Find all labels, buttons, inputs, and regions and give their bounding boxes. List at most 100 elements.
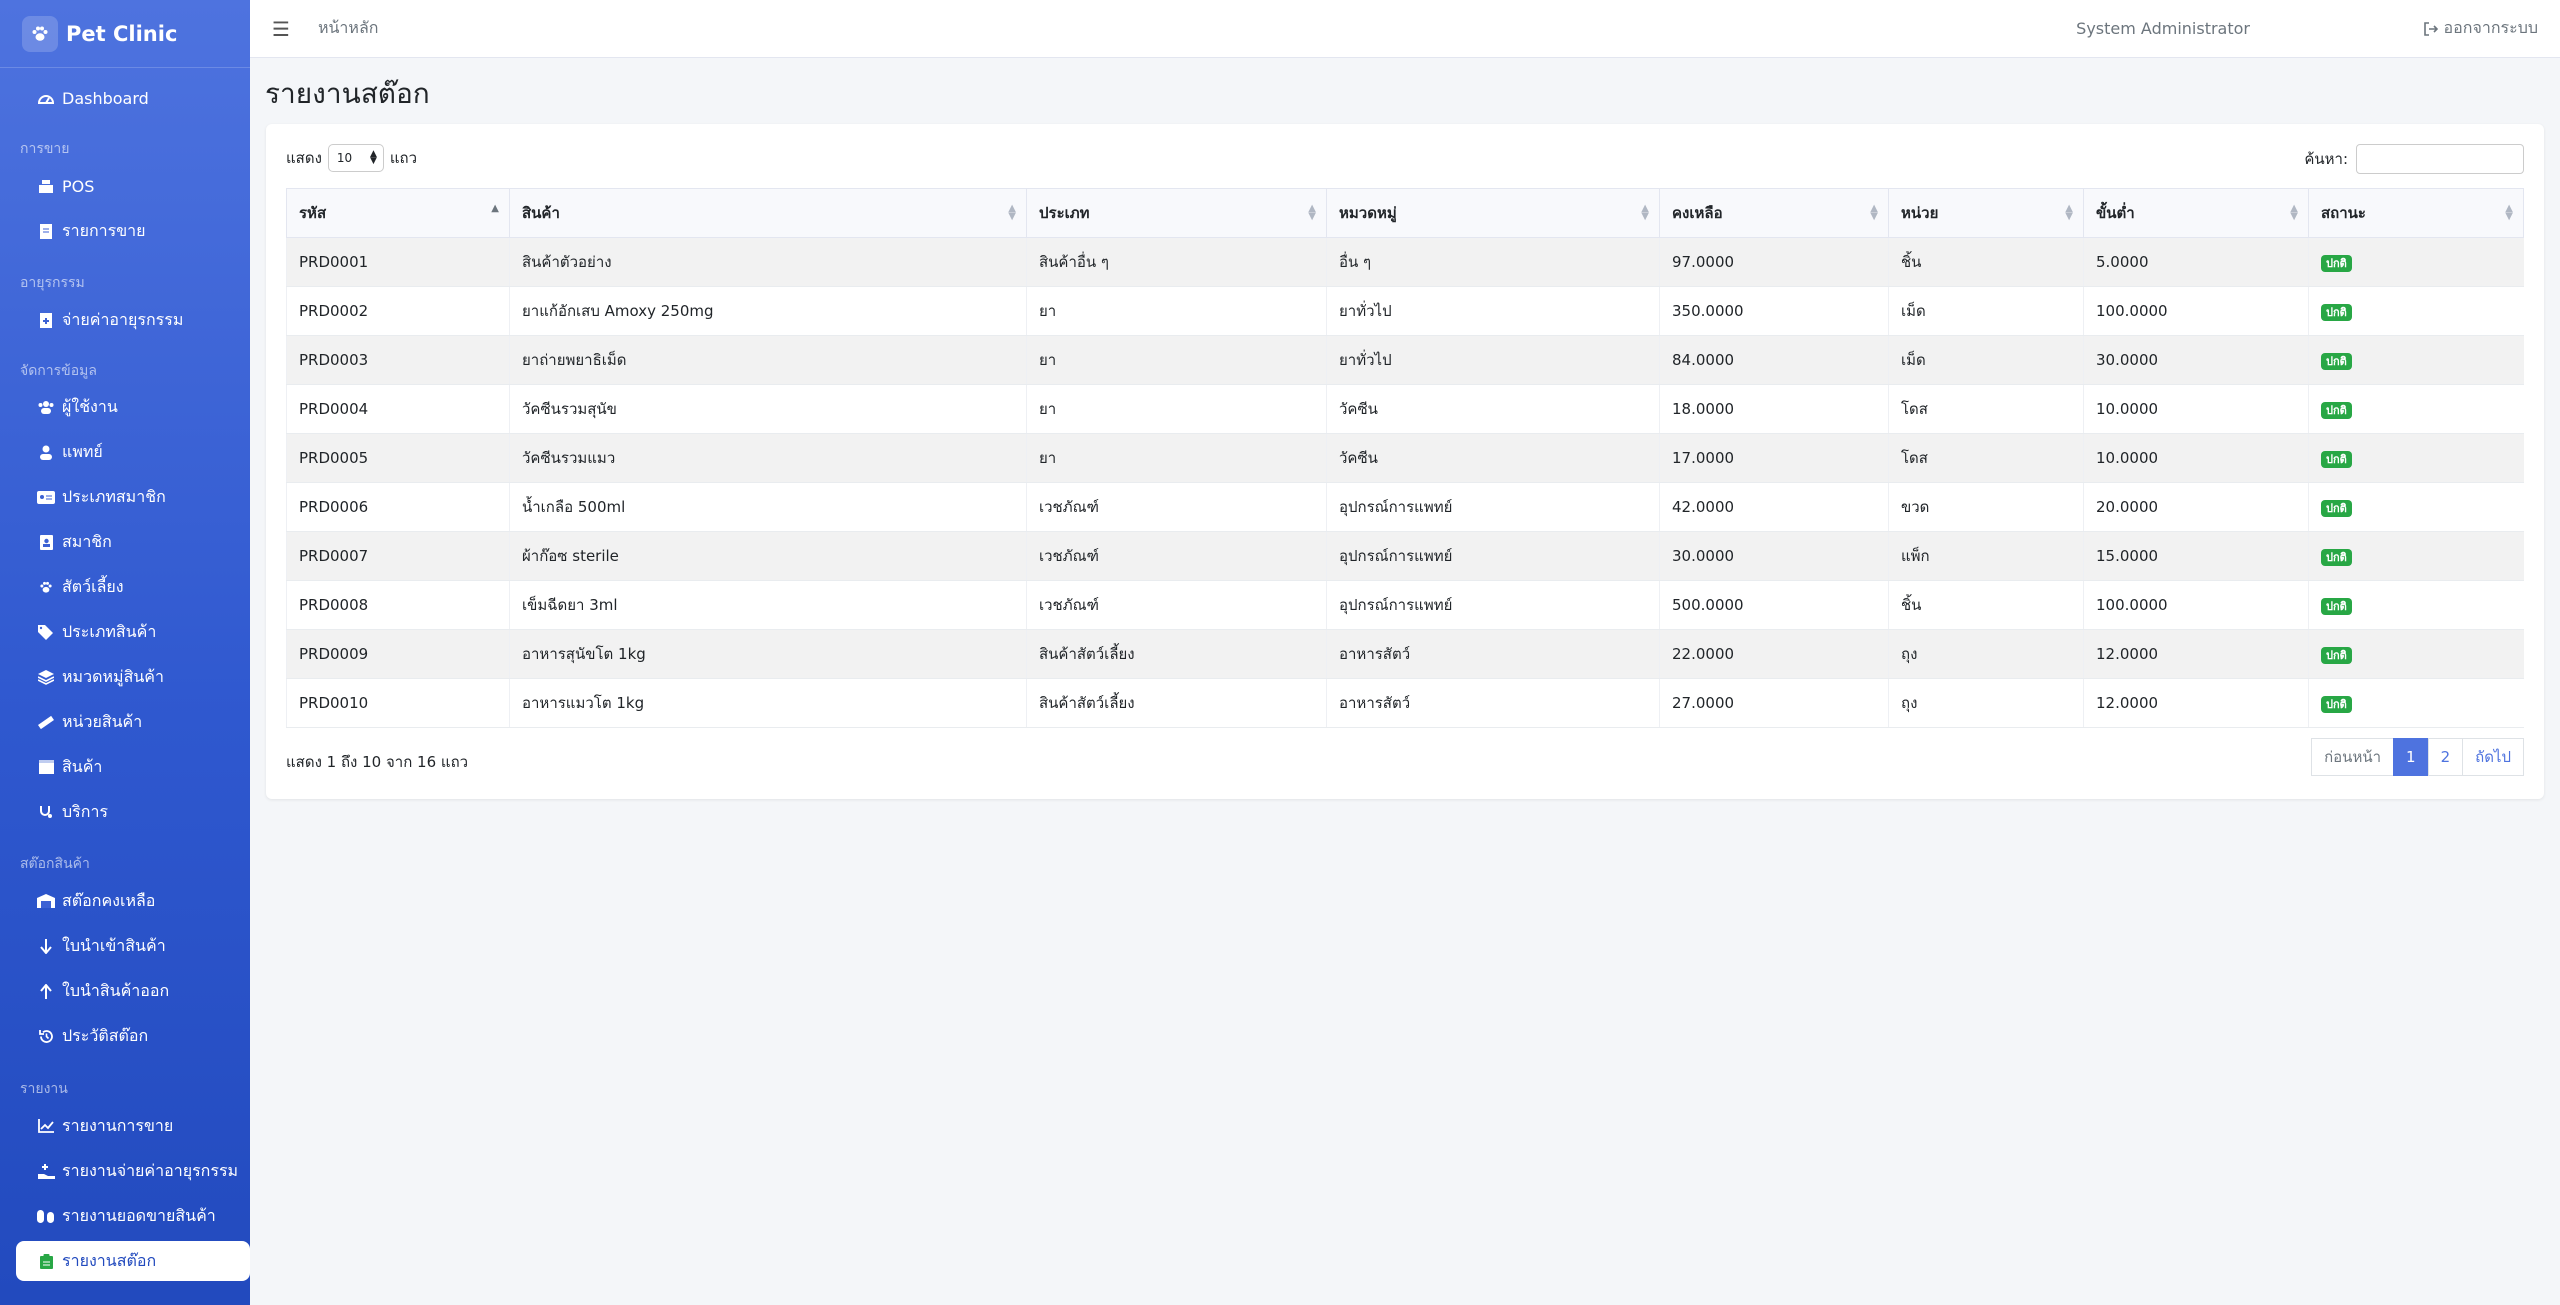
- sidebar-item-label: สัตว์เลี้ยง: [62, 576, 124, 596]
- sidebar-item-label: Dashboard: [62, 88, 149, 108]
- sidebar-item-label: หมวดหมู่สินค้า: [62, 666, 164, 686]
- user-name: System Administrator: [2076, 19, 2250, 38]
- sidebar-item-stock-history[interactable]: ประวัติสต๊อก: [16, 1016, 250, 1056]
- dashboard-icon: [36, 91, 56, 105]
- sidebar-group-data: จัดการข้อมูล: [20, 363, 97, 379]
- sidebar-item-label: ใบนำสินค้าออก: [62, 980, 170, 1000]
- sidebar-item-sales-list[interactable]: รายการขาย: [16, 211, 250, 251]
- layers-icon: [36, 669, 56, 685]
- page-length-select[interactable]: 10 ▲ ▼: [327, 144, 384, 172]
- sidebar-item-medical-payment[interactable]: จ่ายค่าอายุรกรรม: [16, 300, 250, 340]
- ruler-icon: [36, 715, 56, 730]
- sidebar: Pet Clinic Dashboard การขาย POS รายการขา…: [0, 0, 250, 1305]
- sidebar-item-label: หน่วยสินค้า: [62, 711, 143, 731]
- sidebar-item-doctors[interactable]: แพทย์: [16, 432, 250, 472]
- col-header-balance[interactable]: คงเหลือ ▲ ▼: [1659, 188, 1889, 238]
- sidebar-item-stock-in[interactable]: ใบนำเข้าสินค้า: [16, 926, 250, 966]
- table-row: PRD0003 ยาถ่ายพยาธิเม็ด ยา ยาทั่วไป 84.0000 เ…: [286, 335, 2524, 385]
- sidebar-item-pets[interactable]: สัตว์เลี้ยง: [16, 567, 250, 607]
- select-arrows-icon: ▲ ▼: [369, 149, 377, 166]
- table-info: แสดง 1 ถึง 10 จาก 16 แถว: [286, 753, 469, 771]
- table-row: PRD0009 อาหารสุนัขโต 1kg สินค้าสัตว์เลี้ยง…: [286, 629, 2524, 679]
- menu-toggle-icon[interactable]: ☰: [272, 17, 290, 41]
- brand[interactable]: Pet Clinic: [0, 0, 250, 68]
- sidebar-item-label: สมาชิก: [62, 531, 112, 551]
- arrow-up-icon: [36, 983, 56, 999]
- logout-button[interactable]: ออกจากระบบ: [2423, 16, 2538, 41]
- logout-label: ออกจากระบบ: [2443, 18, 2538, 37]
- arrow-down-icon: [36, 938, 56, 954]
- table-row: PRD0001 สินค้าตัวอย่าง สินค้าอื่น ๆอื่น ๆ9…: [286, 237, 2524, 287]
- sidebar-item-member-types[interactable]: ประเภทสมาชิก: [16, 477, 250, 517]
- sidebar-item-pos[interactable]: POS: [16, 166, 250, 206]
- sort-icon: ▲ ▼: [2505, 203, 2513, 222]
- sidebar-item-users[interactable]: ผู้ใช้งาน: [16, 387, 250, 427]
- sidebar-item-stock-report[interactable]: รายงานสต๊อก: [16, 1241, 250, 1281]
- col-header-code[interactable]: รหัส ▲: [286, 188, 510, 238]
- status-badge: ปกติ: [2321, 548, 2352, 566]
- col-header-category[interactable]: หมวดหมู่ ▲ ▼: [1326, 188, 1660, 238]
- sidebar-item-label: บริการ: [62, 801, 109, 821]
- history-icon: [36, 1029, 56, 1044]
- id-card-icon: [36, 490, 56, 504]
- sort-icon: ▲ ▼: [1641, 203, 1649, 222]
- sidebar-item-label: สต๊อกคงเหลือ: [62, 890, 156, 910]
- paw-logo-icon: [22, 15, 58, 52]
- warehouse-icon: [36, 894, 56, 908]
- sidebar-item-label: แพทย์: [62, 441, 103, 461]
- sidebar-item-members[interactable]: สมาชิก: [16, 522, 250, 562]
- status-badge: ปกติ: [2321, 352, 2352, 370]
- status-badge: ปกติ: [2321, 254, 2352, 272]
- sort-icon: ▲ ▼: [2290, 203, 2298, 222]
- col-header-unit[interactable]: หน่วย ▲ ▼: [1888, 188, 2084, 238]
- status-badge: ปกติ: [2321, 597, 2352, 615]
- sidebar-item-stock-out[interactable]: ใบนำสินค้าออก: [16, 971, 250, 1011]
- sidebar-item-dashboard[interactable]: Dashboard: [16, 78, 250, 118]
- sidebar-item-label: ผู้ใช้งาน: [62, 396, 118, 416]
- sidebar-item-products[interactable]: สินค้า: [16, 747, 250, 787]
- sort-icon: ▲ ▼: [1870, 203, 1878, 222]
- search-input[interactable]: [2356, 144, 2524, 174]
- sort-icon: ▲ ▼: [1008, 203, 1016, 222]
- col-header-type[interactable]: ประเภท ▲ ▼: [1026, 188, 1327, 238]
- tags-icon: [36, 624, 56, 640]
- sidebar-item-label: POS: [62, 176, 95, 196]
- col-header-status[interactable]: สถานะ ▲ ▼: [2308, 188, 2524, 238]
- status-badge: ปกติ: [2321, 450, 2352, 468]
- sidebar-item-sales-report[interactable]: รายงานการขาย: [16, 1106, 250, 1146]
- clipboard-icon: [36, 1253, 56, 1269]
- capsules-icon: [36, 1209, 56, 1223]
- sidebar-item-label: รายงานสต๊อก: [62, 1250, 157, 1270]
- page-button-1[interactable]: 1: [2393, 738, 2429, 776]
- cash-register-icon: [36, 179, 56, 193]
- next-page-button[interactable]: ถัดไป: [2462, 738, 2524, 776]
- sidebar-item-label: รายงานยอดขายสินค้า: [62, 1205, 216, 1225]
- status-badge: ปกติ: [2321, 401, 2352, 419]
- table-row: PRD0005 วัคซีนรวมแมว ยา วัคซีน 17.0000 โดส 10.…: [286, 433, 2524, 483]
- stock-table: รหัส ▲ สินค้า ▲ ▼ ประเภท ▲ ▼ หมวดหมู่ ▲ ▼ คงเหล…: [286, 188, 2524, 728]
- sidebar-item-product-units[interactable]: หน่วยสินค้า: [16, 702, 250, 742]
- sidebar-item-medical-payment-report[interactable]: รายงานจ่ายค่าอายุรกรรม: [16, 1151, 250, 1191]
- logout-icon: [2423, 21, 2438, 36]
- home-link[interactable]: หน้าหลัก: [318, 16, 379, 41]
- page-length-control: แสดง 10 ▲ ▼ แถว: [286, 144, 417, 172]
- file-medical-icon: [36, 312, 56, 328]
- col-header-minimum[interactable]: ขั้นต่ำ ▲ ▼: [2083, 188, 2309, 238]
- topbar: ☰ หน้าหลัก System Administrator ออกจากระ…: [250, 0, 2560, 58]
- sidebar-item-product-sales-report[interactable]: รายงานยอดขายสินค้า: [16, 1196, 250, 1236]
- sidebar-item-label: จ่ายค่าอายุรกรรม: [62, 309, 184, 329]
- search-control: ค้นหา:: [2304, 144, 2524, 174]
- sort-icon: ▲ ▼: [2065, 203, 2073, 222]
- sidebar-item-stock-balance[interactable]: สต๊อกคงเหลือ: [16, 881, 250, 921]
- table-row: PRD0002 ยาแก้อักเสบ Amoxy 250mg ยา ยาทั่วไป…: [286, 286, 2524, 336]
- table-row: PRD0007 ผ้าก๊อซ sterile เวชภัณฑ์ อุปกรณ์การ…: [286, 531, 2524, 581]
- prev-page-button[interactable]: ก่อนหน้า: [2311, 738, 2395, 776]
- page-button-2[interactable]: 2: [2427, 738, 2464, 776]
- sidebar-item-product-categories[interactable]: หมวดหมู่สินค้า: [16, 657, 250, 697]
- brand-name: Pet Clinic: [66, 21, 178, 46]
- sidebar-item-services[interactable]: บริการ: [16, 792, 250, 832]
- sidebar-item-product-types[interactable]: ประเภทสินค้า: [16, 612, 250, 652]
- col-header-product[interactable]: สินค้า ▲ ▼: [509, 188, 1027, 238]
- table-header-row: รหัส ▲ สินค้า ▲ ▼ ประเภท ▲ ▼ หมวดหมู่ ▲ ▼ คงเหล…: [286, 188, 2524, 238]
- sidebar-item-label: ประวัติสต๊อก: [62, 1025, 149, 1045]
